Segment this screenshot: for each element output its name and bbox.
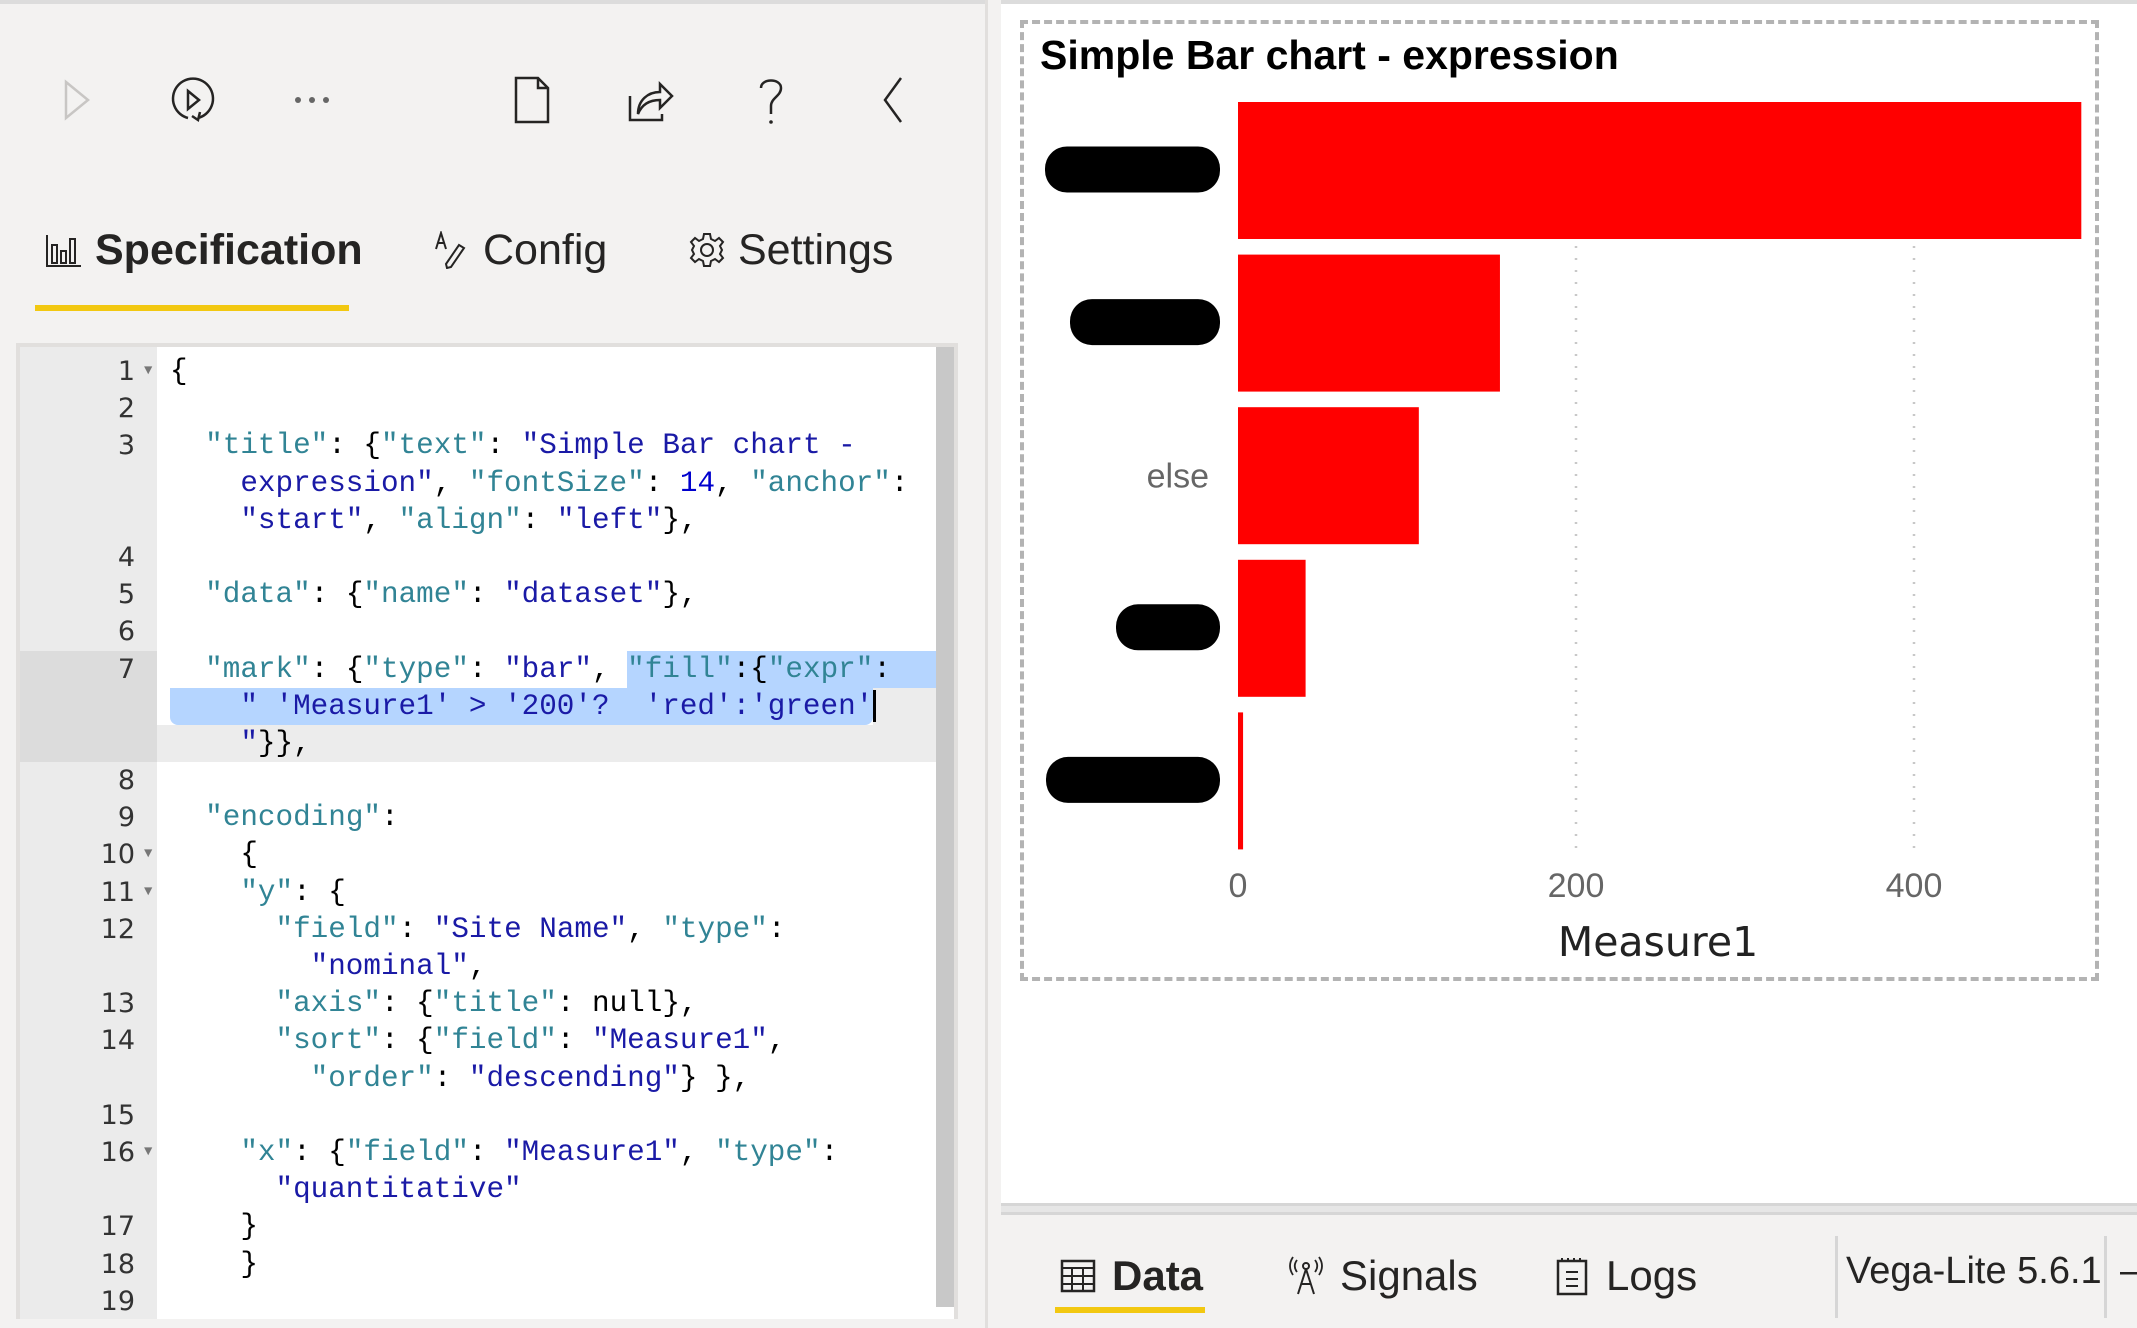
redacted-label <box>1070 299 1220 346</box>
json-punctuation <box>170 1136 240 1169</box>
tab-label: Signals <box>1340 1252 1478 1299</box>
json-punctuation: } }, <box>679 1061 751 1095</box>
redacted-label <box>1046 756 1220 803</box>
json-key: "type" <box>715 1135 821 1169</box>
bar <box>1238 102 2082 239</box>
code-line[interactable]: 17 } <box>20 1208 954 1245</box>
json-punctuation: , <box>767 1024 786 1058</box>
code-text: } <box>170 1208 258 1245</box>
x-tick-label: 200 <box>1548 867 1605 905</box>
line-number: 16 <box>100 1136 135 1168</box>
minimize-button[interactable]: – <box>2120 1250 2137 1293</box>
code-line[interactable]: "order": "descending"} }, <box>20 1060 954 1097</box>
json-punctuation: } <box>170 1210 258 1244</box>
json-punctuation: } <box>170 1247 258 1281</box>
json-punctuation: , <box>679 1135 716 1169</box>
code-line[interactable]: 16 ▼ "x": {"field": "Measure1", "type": <box>20 1134 954 1171</box>
json-punctuation <box>170 1024 276 1057</box>
json-key: "field" <box>345 1135 469 1169</box>
tab-data[interactable]: Data <box>1060 1250 1203 1302</box>
json-punctuation: : { <box>293 1135 346 1169</box>
tab-signals[interactable]: Signals <box>1288 1250 1478 1302</box>
tab-logs[interactable]: Logs <box>1554 1250 1697 1302</box>
code-text: "order": "descending"} }, <box>170 1060 751 1097</box>
table-icon <box>1060 1259 1096 1293</box>
bar <box>1238 559 1306 697</box>
code-line[interactable]: 14 "sort": {"field": "Measure1", <box>20 1022 954 1059</box>
json-punctuation: : <box>468 1135 505 1169</box>
json-key: "x" <box>240 1135 294 1169</box>
x-tick-label: 400 <box>1886 867 1943 905</box>
bar <box>1238 407 1419 545</box>
json-string: "quantitative" <box>170 1173 522 1207</box>
bar <box>1238 712 1244 850</box>
divider <box>1835 1236 1838 1318</box>
json-string: "Measure1" <box>504 1135 680 1169</box>
code-text: "quantitative" <box>170 1171 522 1208</box>
code-line[interactable]: 18 } <box>20 1246 954 1283</box>
code-text: "sort": {"field": "Measure1", <box>170 1022 786 1059</box>
active-tab-indicator <box>1055 1307 1205 1313</box>
panel-resize-handle[interactable] <box>1001 1203 2137 1215</box>
line-number: 15 <box>100 1099 135 1131</box>
x-tick-label: 0 <box>1229 867 1248 905</box>
json-string: "Measure1" <box>592 1024 768 1058</box>
json-string: "descending" <box>468 1061 680 1095</box>
json-key: "order" <box>170 1061 434 1095</box>
bar-chart: 0 200 400 else Measure1 <box>1045 102 2082 966</box>
redacted-label <box>1045 146 1220 193</box>
antenna-icon <box>1289 1256 1323 1295</box>
code-text: } <box>170 1246 258 1283</box>
code-text: "x": {"field": "Measure1", "type": <box>170 1134 838 1171</box>
code-line[interactable]: 15 <box>20 1097 954 1134</box>
line-number: 18 <box>100 1248 135 1280</box>
code-line[interactable]: 19 <box>20 1283 954 1319</box>
line-number: 17 <box>100 1211 135 1243</box>
log-icon <box>1556 1258 1588 1296</box>
x-axis-title: Measure1 <box>1558 918 1758 966</box>
divider <box>2104 1236 2107 1318</box>
redacted-label <box>1116 604 1220 651</box>
json-key: "field" <box>433 1024 557 1058</box>
tab-label: Data <box>1112 1252 1204 1299</box>
code-line[interactable]: "quantitative" <box>20 1171 954 1208</box>
fold-arrow-icon[interactable]: ▼ <box>144 1134 152 1171</box>
version-label: Vega-Lite 5.6.1 <box>1846 1250 2102 1292</box>
line-number: 19 <box>100 1285 135 1317</box>
y-tick-label: else <box>1147 458 1209 496</box>
json-punctuation: : { <box>381 1024 434 1058</box>
json-punctuation: : <box>556 1024 592 1058</box>
json-key: "sort" <box>275 1024 382 1058</box>
bar <box>1238 254 1500 392</box>
tab-label: Logs <box>1606 1252 1698 1299</box>
json-punctuation: : <box>820 1135 839 1169</box>
line-number: 14 <box>100 1025 135 1057</box>
json-punctuation: : <box>433 1061 469 1095</box>
